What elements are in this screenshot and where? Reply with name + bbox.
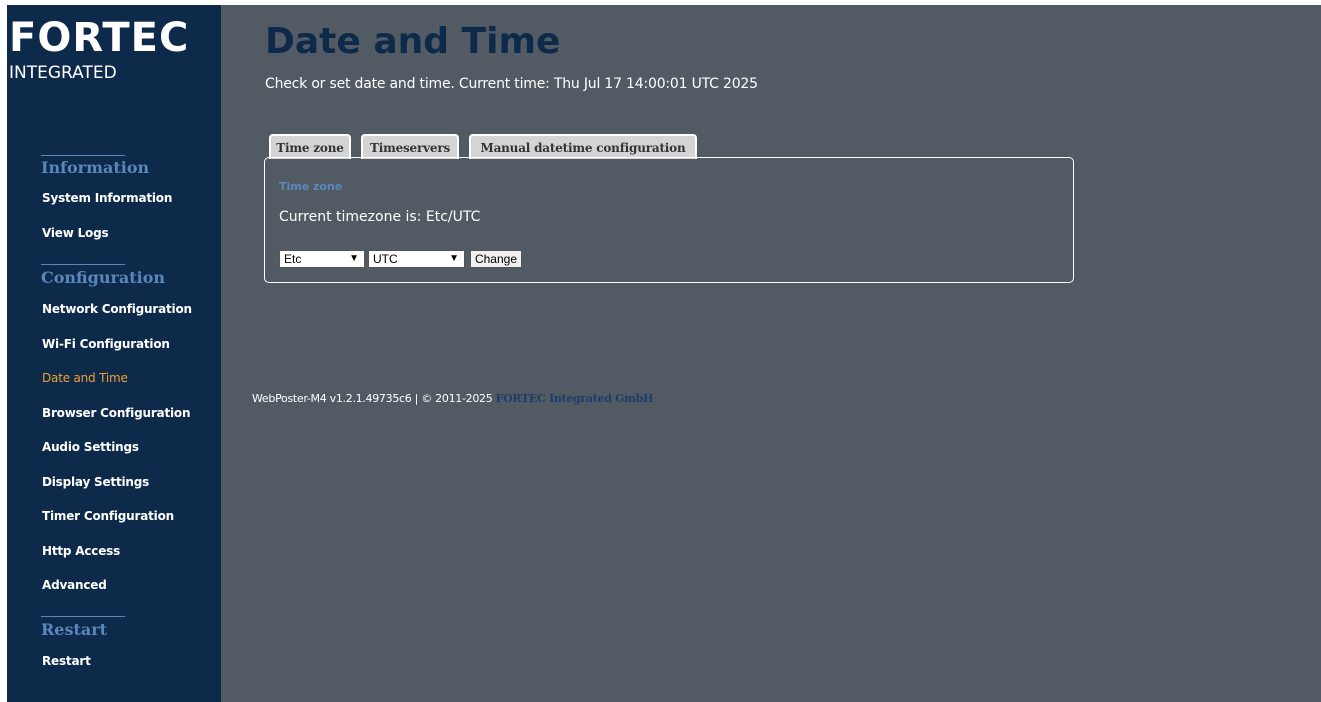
sidebar-item-system-information[interactable]: System Information	[42, 190, 172, 206]
footer-version-text: WebPoster-M4 v1.2.1.49735c6 | © 2011-202…	[252, 392, 496, 405]
sidebar-item-timer-configuration[interactable]: Timer Configuration	[42, 508, 174, 524]
chevron-down-icon: ▼	[349, 253, 359, 264]
brand-logo-subtitle: INTEGRATED	[9, 63, 117, 83]
tab-timeservers[interactable]: Timeservers	[361, 134, 459, 159]
page-title: Date and Time	[265, 21, 561, 62]
sidebar-item-date-and-time[interactable]: Date and Time	[42, 370, 128, 386]
change-button[interactable]: Change	[470, 250, 522, 268]
tab-time-zone[interactable]: Time zone	[269, 134, 351, 159]
sidebar-item-display-settings[interactable]: Display Settings	[42, 474, 149, 490]
sidebar-item-wifi-configuration[interactable]: Wi-Fi Configuration	[42, 336, 170, 352]
brand-logo: FORTEC	[9, 15, 190, 61]
sidebar-item-audio-settings[interactable]: Audio Settings	[42, 439, 139, 455]
timezone-zone-select[interactable]: UTC ▼	[368, 250, 465, 268]
timezone-zone-value: UTC	[373, 252, 398, 266]
tab-manual-datetime-configuration[interactable]: Manual datetime configuration	[469, 134, 697, 159]
chevron-down-icon: ▼	[449, 253, 459, 264]
timezone-panel: Time zone Current timezone is: Etc/UTC E…	[264, 157, 1074, 283]
section-title-configuration: Configuration	[41, 268, 166, 287]
sidebar-item-http-access[interactable]: Http Access	[42, 543, 120, 559]
page-subtitle: Check or set date and time. Current time…	[265, 76, 758, 92]
sidebar-item-browser-configuration[interactable]: Browser Configuration	[42, 405, 190, 421]
sidebar-item-view-logs[interactable]: View Logs	[42, 225, 109, 241]
section-divider	[41, 264, 125, 265]
sidebar: FORTEC INTEGRATED Information System Inf…	[7, 5, 221, 702]
app-frame: FORTEC INTEGRATED Information System Inf…	[7, 5, 1321, 702]
section-divider	[41, 155, 125, 156]
sidebar-item-restart[interactable]: Restart	[42, 653, 91, 669]
sidebar-item-advanced[interactable]: Advanced	[42, 577, 107, 593]
timezone-region-value: Etc	[284, 252, 302, 266]
footer: WebPoster-M4 v1.2.1.49735c6 | © 2011-202…	[252, 392, 653, 406]
section-title-restart: Restart	[41, 620, 108, 639]
sidebar-item-network-configuration[interactable]: Network Configuration	[42, 301, 192, 317]
current-timezone-text: Current timezone is: Etc/UTC	[279, 209, 481, 225]
footer-company-link[interactable]: FORTEC Integrated GmbH	[496, 392, 654, 405]
timezone-region-select[interactable]: Etc ▼	[279, 250, 365, 268]
section-divider	[41, 616, 125, 617]
section-title-information: Information	[41, 158, 150, 177]
panel-label: Time zone	[279, 180, 343, 193]
